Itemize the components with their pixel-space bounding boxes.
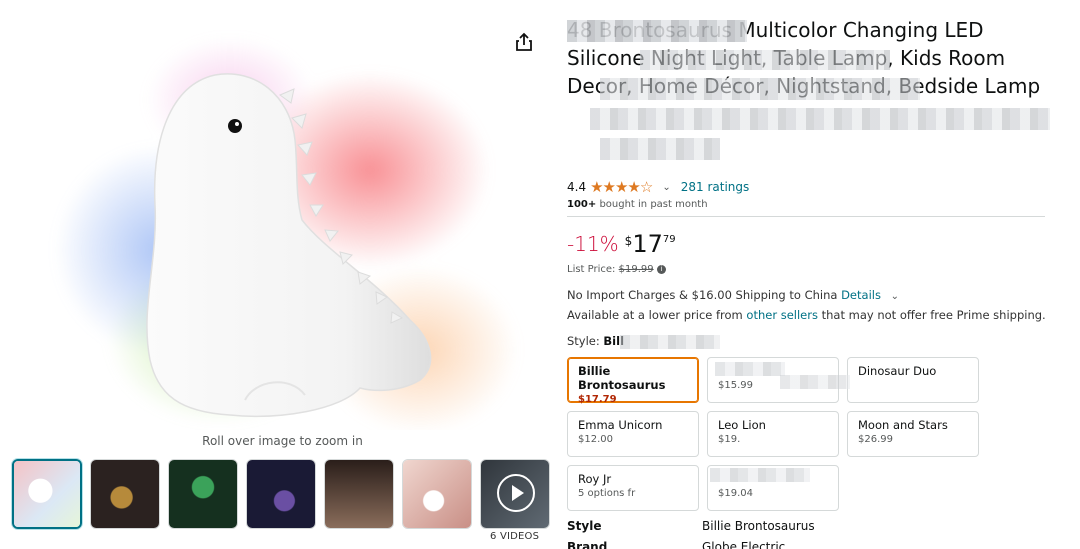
option-price: 5 options fr bbox=[578, 488, 636, 499]
redaction bbox=[640, 50, 890, 70]
star-icons[interactable]: ★★★★☆ bbox=[590, 178, 653, 196]
spec-key: Style bbox=[567, 519, 602, 533]
available-prefix: Available at a lower price from bbox=[567, 308, 747, 322]
list-price-value: $19.99 bbox=[618, 264, 654, 275]
shipping-text: No Import Charges & $16.00 Shipping to C… bbox=[567, 288, 842, 302]
style-label-text: Style: bbox=[567, 334, 604, 348]
thumbnail-1[interactable] bbox=[12, 459, 82, 529]
price-fraction: 79 bbox=[662, 234, 676, 245]
redaction bbox=[600, 78, 920, 100]
other-sellers-link[interactable]: other sellers bbox=[746, 308, 818, 322]
option-price: $17.79 bbox=[578, 394, 617, 405]
info-icon[interactable]: i bbox=[656, 264, 666, 274]
list-price-label: List Price: bbox=[567, 264, 619, 275]
play-icon bbox=[497, 474, 535, 512]
redaction bbox=[590, 108, 1050, 130]
thumbnail-video[interactable] bbox=[480, 459, 550, 529]
spec-value: Billie Brontosaurus bbox=[702, 519, 815, 533]
thumbnail-strip bbox=[12, 459, 550, 529]
price-block: -11% $ 17 79 bbox=[567, 230, 676, 258]
chevron-down-icon[interactable]: ⌄ bbox=[891, 291, 899, 302]
option-price: $26.99 bbox=[858, 434, 893, 445]
option-name: Billie Brontosaurus bbox=[578, 364, 666, 392]
redaction bbox=[710, 468, 810, 482]
style-option-leo-lion[interactable]: Leo Lion $19. bbox=[707, 411, 839, 457]
style-label: Style: Bill bbox=[567, 334, 624, 348]
available-suffix: that may not offer free Prime shipping. bbox=[817, 308, 1046, 322]
thumbnail-2[interactable] bbox=[90, 459, 160, 529]
option-name: Roy Jr bbox=[578, 472, 612, 486]
share-icon[interactable] bbox=[515, 32, 533, 52]
spec-key: Brand bbox=[567, 540, 608, 549]
divider bbox=[567, 216, 1045, 217]
redaction bbox=[600, 138, 720, 160]
main-product-image[interactable] bbox=[40, 20, 525, 430]
style-option-billie-brontosaurus[interactable]: Billie Brontosaurus $17.79 bbox=[567, 357, 699, 405]
style-option-moon-and-stars[interactable]: Moon and Stars $26.99 bbox=[847, 411, 979, 457]
dinosaur-lamp-image bbox=[146, 73, 432, 418]
redaction bbox=[620, 335, 720, 349]
list-price: List Price: $19.99 i bbox=[567, 264, 666, 275]
option-price: $19.04 bbox=[718, 488, 753, 499]
rating-value: 4.4 bbox=[567, 180, 587, 194]
option-name: Moon and Stars bbox=[858, 418, 948, 432]
option-price: $19. bbox=[718, 434, 741, 445]
option-name: Dinosaur Duo bbox=[858, 364, 937, 378]
rating-row: 4.4 ★★★★☆ ⌄ 281 ratings bbox=[567, 178, 749, 196]
option-name: Leo Lion bbox=[718, 418, 766, 432]
thumbnail-5[interactable] bbox=[324, 459, 394, 529]
thumbnail-6[interactable] bbox=[402, 459, 472, 529]
shipping-info: No Import Charges & $16.00 Shipping to C… bbox=[567, 288, 905, 302]
spec-row-style: Style Billie Brontosaurus bbox=[567, 519, 815, 533]
bought-count: 100+ bought in past month bbox=[567, 199, 708, 210]
spec-row-brand: Brand Globe Electric bbox=[567, 540, 785, 549]
ratings-link[interactable]: 281 ratings bbox=[681, 180, 750, 194]
style-option-emma-unicorn[interactable]: Emma Unicorn $12.00 bbox=[567, 411, 699, 457]
zoom-hint: Roll over image to zoom in bbox=[202, 434, 363, 448]
redaction bbox=[715, 362, 785, 376]
thumbnail-4[interactable] bbox=[246, 459, 316, 529]
price-currency: $ bbox=[624, 234, 633, 248]
videos-label: 6 VIDEOS bbox=[490, 531, 540, 542]
redaction bbox=[567, 20, 747, 42]
style-option-roy-jr[interactable]: Roy Jr 5 options fr bbox=[567, 465, 699, 511]
style-option-dinosaur-duo[interactable]: Dinosaur Duo bbox=[847, 357, 979, 403]
shipping-details-link[interactable]: Details bbox=[841, 288, 881, 302]
spec-value: Globe Electric bbox=[702, 540, 786, 549]
chevron-down-icon[interactable]: ⌄ bbox=[662, 182, 670, 193]
option-name: Emma Unicorn bbox=[578, 418, 663, 432]
bought-text: bought in past month bbox=[596, 199, 708, 210]
option-price: $12.00 bbox=[578, 434, 613, 445]
style-options: Billie Brontosaurus $17.79 $15.99 Dinosa… bbox=[567, 357, 987, 511]
thumbnail-3[interactable] bbox=[168, 459, 238, 529]
price-whole: 17 bbox=[632, 230, 663, 258]
bought-bold: 100+ bbox=[567, 199, 597, 210]
discount-percent: -11% bbox=[567, 232, 619, 256]
redaction bbox=[780, 375, 850, 389]
other-sellers-note: Available at a lower price from other se… bbox=[567, 308, 1046, 322]
